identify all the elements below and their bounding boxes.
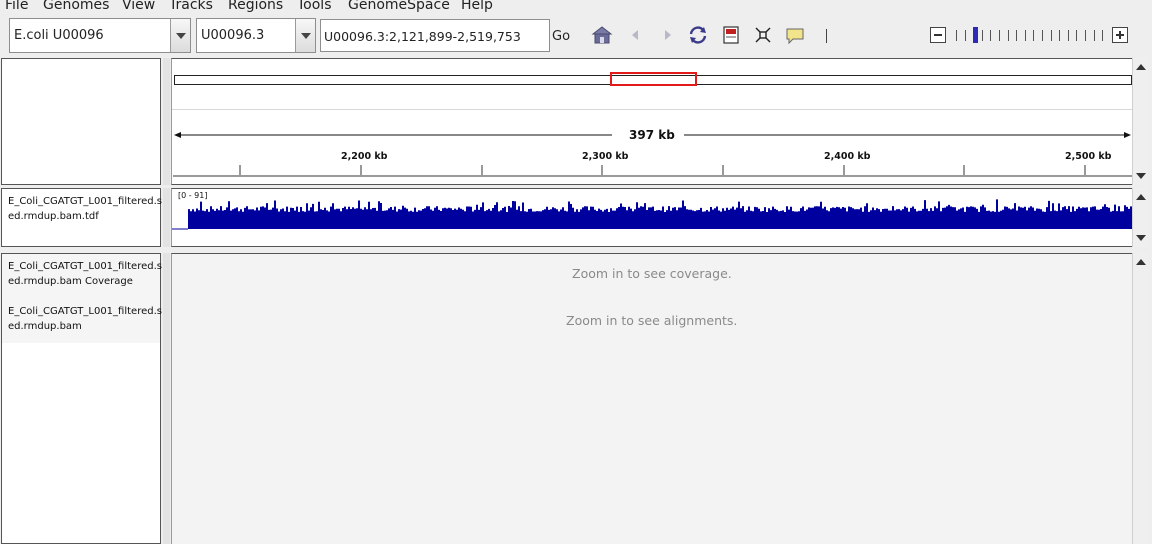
zoom-control[interactable] (928, 26, 1132, 44)
attribute-divider (163, 253, 170, 544)
attribute-divider (163, 188, 170, 247)
zoom-tick[interactable] (990, 30, 992, 41)
toolbar-divider (826, 29, 827, 43)
zoom-tick[interactable] (1059, 30, 1061, 41)
zoom-tick[interactable] (999, 30, 1000, 41)
locus-input[interactable]: U00096.3:2,121,899-2,519,753 (320, 19, 550, 52)
zoom-tick[interactable] (1093, 30, 1095, 41)
span-label: 397 kb (629, 128, 675, 142)
zoom-tick[interactable] (1033, 30, 1035, 41)
ruler-tick-label: 2,300 kb (582, 151, 629, 162)
ruler-tick-label: 2,400 kb (824, 151, 871, 162)
scroll-up-icon[interactable] (1136, 259, 1146, 265)
menu-tracks[interactable]: Tracks (169, 0, 213, 13)
menu-view[interactable]: View (122, 0, 155, 13)
bam-name-panel[interactable]: E_Coli_CGATGT_L001_filtered.se ed.rmdup.… (1, 253, 162, 544)
ruler-ticks (173, 165, 1132, 177)
menu-genomes[interactable]: Genomes (43, 0, 109, 13)
scroll-up-icon[interactable] (1136, 64, 1146, 70)
ruler-tick-label: 2,200 kb (341, 151, 388, 162)
attribute-divider (163, 58, 170, 185)
tdf-name-panel[interactable]: E_Coli_CGATGT_L001_filtered.se ed.rmdup.… (1, 188, 162, 247)
track-name-line: E_Coli_CGATGT_L001_filtered.se (8, 196, 162, 207)
header-name-panel (1, 58, 161, 185)
go-button[interactable]: Go (552, 29, 570, 44)
ruler-panel[interactable]: 397 kb 2,200 kb 2,300 kb 2,400 kb 2,500 … (171, 58, 1133, 185)
menu-bar: File Genomes View Tracks Regions Tools G… (0, 0, 1152, 14)
scroll-down-icon[interactable] (1136, 235, 1146, 241)
locus-value: U00096.3:2,121,899-2,519,753 (324, 29, 521, 44)
menu-regions[interactable]: Regions (228, 0, 283, 13)
scroll-down-icon[interactable] (1136, 173, 1146, 179)
zoom-tick[interactable] (1085, 30, 1086, 41)
track-name-line: E_Coli_CGATGT_L001_filtered.se (8, 261, 162, 272)
resize-icon[interactable] (752, 24, 774, 46)
chromosome-dropdown[interactable]: U00096.3 (196, 18, 316, 53)
menu-help[interactable]: Help (461, 0, 493, 13)
track-name-line: ed.rmdup.bam Coverage (8, 276, 133, 287)
popup-info-icon[interactable] (784, 24, 806, 46)
ruler-scrollbar[interactable] (1132, 58, 1148, 185)
zoom-tick[interactable] (1024, 30, 1026, 41)
region-of-interest-icon[interactable] (720, 24, 742, 46)
menu-tools[interactable]: Tools (297, 0, 332, 13)
back-icon[interactable] (625, 24, 647, 46)
zoom-tick[interactable] (981, 30, 983, 41)
genome-dropdown[interactable]: E.coli U00096 (9, 18, 191, 53)
scroll-up-icon[interactable] (1136, 194, 1146, 200)
chevron-down-icon[interactable] (170, 19, 190, 52)
toolbar: E.coli U00096 U00096.3 U00096.3:2,121,89… (0, 14, 1152, 56)
ruler-tick-label: 2,500 kb (1065, 151, 1112, 162)
zoom-slider-thumb[interactable] (973, 27, 979, 43)
bam-scrollbar[interactable] (1132, 253, 1148, 544)
bam-data-panel[interactable]: Zoom in to see coverage. Zoom in to see … (171, 253, 1133, 544)
track-name-line: E_Coli_CGATGT_L001_filtered.se (8, 306, 162, 317)
zoom-in-button[interactable] (1112, 27, 1128, 43)
track-name-line: ed.rmdup.bam.tdf (8, 211, 99, 222)
zoom-tick[interactable] (1042, 30, 1043, 41)
zoom-tick[interactable] (964, 30, 966, 41)
tdf-data-panel[interactable]: [0 - 91] (171, 188, 1133, 247)
ruler-separator (172, 109, 1132, 110)
coverage-zoom-message: Zoom in to see coverage. (572, 266, 732, 281)
menu-genomespace[interactable]: GenomeSpace (348, 0, 450, 13)
tdf-scrollbar[interactable] (1132, 188, 1148, 247)
alignments-zoom-message: Zoom in to see alignments. (566, 313, 738, 328)
zoom-tick[interactable] (1007, 30, 1009, 41)
chevron-down-icon[interactable] (295, 19, 315, 52)
zoom-tick[interactable] (1016, 30, 1018, 41)
zoom-tick[interactable] (1067, 30, 1069, 41)
zoom-tick[interactable] (1102, 30, 1104, 41)
genome-value: E.coli U00096 (14, 28, 104, 43)
zoom-tick[interactable] (1050, 30, 1052, 41)
zoom-tick[interactable] (956, 30, 957, 41)
chromosome-value: U00096.3 (201, 28, 265, 43)
zoom-tick[interactable] (1076, 30, 1078, 41)
menu-file[interactable]: File (5, 0, 28, 13)
coverage-area (188, 199, 1132, 229)
current-region-box[interactable] (610, 72, 697, 86)
track-name-line: ed.rmdup.bam (8, 321, 82, 332)
refresh-icon[interactable] (687, 24, 709, 46)
coverage-histogram[interactable] (172, 189, 1132, 246)
forward-icon[interactable] (656, 24, 678, 46)
zoom-out-button[interactable] (930, 27, 946, 43)
home-icon[interactable] (591, 24, 613, 46)
